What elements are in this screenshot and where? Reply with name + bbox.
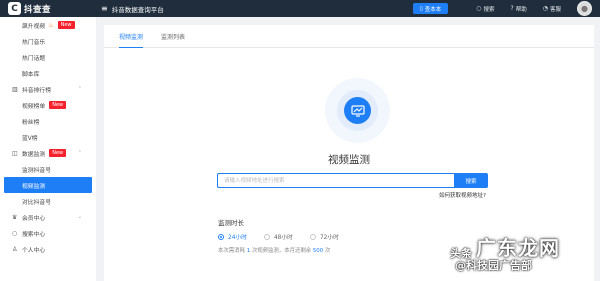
tab-video-monitor[interactable]: 视频监测 bbox=[119, 25, 144, 48]
radio-dot bbox=[218, 233, 224, 240]
sidebar-group-label: 搜索中心 bbox=[22, 231, 46, 238]
sidebar-item-label: 视频监测 bbox=[22, 183, 46, 190]
search-button[interactable]: 搜索 bbox=[454, 173, 488, 188]
sidebar-group-rank[interactable]: ▥ 抖音排行榜 ⌃ bbox=[0, 81, 96, 97]
radio-dot bbox=[263, 233, 270, 240]
radio-label: 72小时 bbox=[319, 235, 339, 241]
sidebar-item-fans-rank[interactable]: 粉丝榜 bbox=[0, 113, 96, 129]
chart-screen-icon bbox=[344, 97, 371, 124]
sidebar-item-label: 蓝V榜 bbox=[22, 135, 38, 142]
logo-text: 抖查查 bbox=[24, 4, 52, 15]
user-avatar[interactable]: ● bbox=[577, 1, 592, 16]
chevron-up-icon: ⌃ bbox=[77, 86, 82, 92]
sidebar-group-member[interactable]: ♛ 会员中心 ⌄ bbox=[0, 209, 96, 225]
sidebar-item-monitor-account[interactable]: 监测抖音号 bbox=[0, 161, 96, 177]
sidebar-item-rising-videos[interactable]: 飙升视频 ♨ New bbox=[0, 17, 96, 33]
monitor-icon: ◫ bbox=[12, 149, 18, 157]
phone-icon: ▯ bbox=[419, 5, 423, 12]
chevron-down-icon: ⌄ bbox=[77, 214, 82, 220]
sidebar-item-label: 对比抖音号 bbox=[22, 199, 51, 206]
illustration-ring bbox=[337, 90, 378, 131]
chart-screen-svg bbox=[350, 104, 365, 117]
sidebar-item-hot-topics[interactable]: 热门话题 bbox=[0, 49, 96, 65]
sidebar-group-monitor[interactable]: ◫ 数据监测 New ⌃ bbox=[0, 145, 96, 161]
app-download-label: 查本本 bbox=[424, 6, 442, 13]
platform-title: 抖音数据查询平台 bbox=[111, 5, 164, 14]
search-link-label: 搜索 bbox=[483, 6, 495, 13]
logo-mark: C bbox=[8, 2, 21, 15]
sidebar-item-label: 飙升视频 bbox=[22, 23, 46, 30]
sidebar-item-video-monitor[interactable]: 视频监测 bbox=[4, 177, 92, 193]
duration-radio-72h[interactable]: 72小时 bbox=[309, 232, 339, 241]
radio-dot bbox=[309, 233, 316, 240]
sidebar-group-label: 抖音排行榜 bbox=[22, 87, 51, 94]
chevron-up-icon: ⌃ bbox=[77, 150, 82, 156]
how-to-get-url-link[interactable]: 如何获取视频地址? bbox=[439, 191, 486, 199]
user-icon: ♙ bbox=[12, 245, 18, 253]
sidebar-item-label: 热门音乐 bbox=[22, 39, 46, 46]
sidebar-group-label: 数据监测 bbox=[22, 151, 46, 158]
help-link[interactable]: ? 帮助 bbox=[511, 5, 527, 13]
sidebar-item-video-rank[interactable]: 视频榜单 New bbox=[0, 97, 96, 113]
search-link[interactable]: ○ 搜索 bbox=[476, 5, 494, 13]
sidebar-item-bluev-rank[interactable]: 蓝V榜 bbox=[0, 129, 96, 145]
duration-radio-24h[interactable]: 24小时 bbox=[218, 232, 247, 241]
video-monitor-illustration bbox=[325, 78, 390, 143]
quota-middle: 次视频监测，本月还剩余 bbox=[251, 248, 312, 254]
quota-note: 本次需消耗 1 次视频监测，本月还剩余 500 次 bbox=[218, 246, 330, 254]
video-search-bar: 搜索 bbox=[217, 173, 488, 188]
search-icon: ○ bbox=[476, 5, 482, 12]
radio-label: 48小时 bbox=[273, 235, 293, 241]
sidebar-item-script-library[interactable]: 脚本库 bbox=[0, 65, 96, 81]
fire-icon: ♨ bbox=[48, 21, 54, 29]
app-download-button[interactable]: ▯ 查本本 bbox=[412, 3, 449, 14]
help-link-label: 帮助 bbox=[515, 6, 527, 13]
service-link[interactable]: ◔ 客服 bbox=[543, 5, 561, 13]
service-link-label: 客服 bbox=[549, 6, 561, 13]
sidebar-item-label: 热门话题 bbox=[22, 55, 46, 62]
quota-remaining: 500 bbox=[312, 248, 324, 254]
search-icon: ○ bbox=[12, 229, 18, 237]
sidebar-item-hot-music[interactable]: 热门音乐 bbox=[0, 33, 96, 49]
tab-bar: 视频监测 监测列表 bbox=[104, 25, 594, 48]
sidebar-item-label: 粉丝榜 bbox=[22, 119, 40, 126]
sidebar-group-label: 个人中心 bbox=[22, 247, 46, 254]
tab-monitor-list[interactable]: 监测列表 bbox=[161, 25, 185, 47]
sidebar-item-compare-account[interactable]: 对比抖音号 bbox=[0, 193, 96, 209]
sidebar-group-label: 会员中心 bbox=[22, 215, 46, 222]
watermark-sub: @科技园广告部 bbox=[455, 259, 532, 272]
new-badge: New bbox=[49, 101, 67, 109]
sidebar-item-label: 视频榜单 bbox=[22, 103, 46, 110]
duration-label: 监测时长 bbox=[218, 219, 244, 227]
quota-prefix: 本次需消耗 bbox=[218, 248, 245, 254]
app-logo[interactable]: C 抖查查 bbox=[0, 0, 97, 17]
question-icon: ? bbox=[510, 5, 514, 12]
sidebar-group-search[interactable]: ○ 搜索中心 bbox=[0, 225, 96, 241]
video-url-input[interactable] bbox=[217, 173, 454, 188]
sidebar: 飙升视频 ♨ New 热门音乐 热门话题 脚本库 ▥ 抖音排行榜 ⌃ 视频榜单 … bbox=[0, 17, 97, 281]
new-badge: New bbox=[49, 149, 67, 157]
radio-label: 24小时 bbox=[228, 235, 247, 241]
duration-radio-48h[interactable]: 48小时 bbox=[263, 232, 293, 241]
page-title: 视频监测 bbox=[328, 154, 370, 166]
crown-icon: ♛ bbox=[12, 213, 18, 221]
bar-chart-icon: ▥ bbox=[12, 85, 18, 93]
duration-options: 24小时 48小时 72小时 bbox=[218, 232, 339, 241]
quota-cost: 1 bbox=[246, 248, 251, 254]
sidebar-item-label: 脚本库 bbox=[22, 71, 40, 78]
hamburger-menu-icon[interactable]: ≡ bbox=[101, 4, 108, 13]
quota-suffix: 次 bbox=[324, 248, 331, 254]
sidebar-item-label: 监测抖音号 bbox=[22, 167, 51, 174]
new-badge: New bbox=[57, 21, 75, 29]
top-navbar: C 抖查查 ≡ 抖音数据查询平台 ▯ 查本本 ○ 搜索 ? 帮助 ◔ 客服 ● bbox=[0, 0, 600, 17]
sidebar-group-personal[interactable]: ♙ 个人中心 bbox=[0, 241, 96, 257]
user-avatar-icon: ● bbox=[581, 4, 588, 13]
headset-icon: ◔ bbox=[542, 5, 548, 12]
